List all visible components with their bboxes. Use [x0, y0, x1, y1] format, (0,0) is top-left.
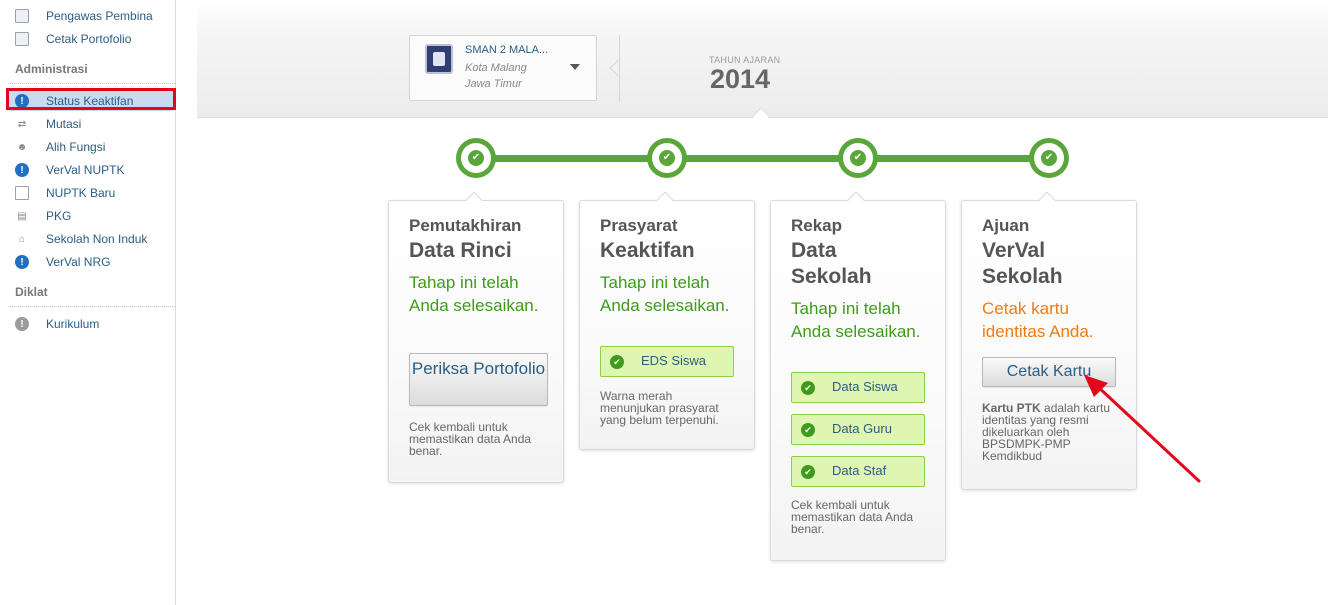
school-logo	[425, 44, 453, 74]
sidebar-item-alih-fungsi[interactable]: ☻ Alih Fungsi	[15, 137, 106, 157]
badge-label: Data Staf	[832, 463, 887, 478]
sidebar-item-pkg[interactable]: ▤ PKG	[15, 206, 71, 226]
progress-track	[476, 155, 1050, 162]
card-title-line2: Sekolah	[982, 265, 1063, 288]
badge-eds-siswa[interactable]: ✔ EDS Siswa	[600, 346, 734, 377]
badge-data-staf[interactable]: ✔ Data Staf	[791, 456, 925, 487]
card-status: Tahap ini telah Anda selesaikan.	[409, 273, 539, 315]
badge-data-siswa[interactable]: ✔ Data Siswa	[791, 372, 925, 403]
sidebar-item-label: Alih Fungsi	[46, 140, 106, 154]
card-title-line2: Sekolah	[791, 265, 872, 288]
badge-label: Data Guru	[832, 421, 892, 436]
card-title-line1: Data	[791, 239, 837, 262]
step-indicator-3: ✔	[838, 138, 878, 178]
check-icon: ✔	[801, 381, 815, 395]
arrow-shaft	[1094, 383, 1201, 483]
document-icon	[15, 32, 29, 46]
highlight-box	[6, 88, 176, 110]
step-indicator-4: ✔	[1029, 138, 1069, 178]
sidebar-item-label: NUPTK Baru	[46, 186, 116, 200]
check-icon: ✔	[468, 150, 484, 166]
step-card-keaktifan: Prasyarat Keaktifan Tahap ini telah Anda…	[579, 191, 755, 450]
section-heading-administrasi: Administrasi	[15, 62, 88, 76]
sidebar-item-label: Kurikulum	[46, 317, 100, 331]
step-card-data-sekolah: Rekap Data Sekolah Tahap ini telah Anda …	[770, 191, 946, 561]
sidebar-item-label: Pengawas Pembina	[46, 9, 153, 23]
sidebar-item-verval-nrg[interactable]: ! VerVal NRG	[15, 252, 110, 272]
card-note: Cek kembali untuk memastikan data Anda b…	[409, 420, 532, 458]
card-status: Tahap ini telah Anda selesaikan.	[600, 273, 730, 315]
alert-icon: !	[15, 255, 29, 269]
year-value: 2014	[710, 64, 771, 94]
chevron-down-icon[interactable]	[570, 64, 580, 70]
sidebar-item-verval-nuptk[interactable]: ! VerVal NUPTK	[15, 160, 124, 180]
sidebar-item-label: PKG	[46, 209, 72, 223]
card-subtitle: Ajuan	[982, 216, 1030, 235]
sidebar: Pengawas Pembina Cetak Portofolio Admini…	[0, 0, 176, 605]
card-title-line1: VerVal	[982, 239, 1046, 262]
card-note: Warna merah menunjukan prasyarat yang be…	[600, 389, 719, 427]
sidebar-item-mutasi[interactable]: ⇄ Mutasi	[15, 114, 82, 134]
check-icon: ✔	[659, 150, 675, 166]
sidebar-item-label: Sekolah Non Induk	[46, 232, 148, 246]
section-heading-diklat: Diklat	[15, 285, 48, 299]
school-selector[interactable]: SMAN 2 MALA... Kota Malang Jawa Timur	[409, 35, 597, 101]
step-indicator-1: ✔	[456, 138, 496, 178]
check-icon: ✔	[850, 150, 866, 166]
card-subtitle: Prasyarat	[600, 216, 678, 235]
card-subtitle: Pemutakhiran	[409, 216, 522, 235]
card-notch	[656, 191, 674, 209]
sidebar-item-kurikulum[interactable]: ! Kurikulum	[15, 314, 99, 334]
school-name: SMAN 2 MALA...	[465, 44, 549, 56]
school-city: Kota Malang	[465, 62, 527, 74]
house-icon: ⌂	[18, 233, 26, 245]
check-icon: ✔	[801, 423, 815, 437]
card-title: Keaktifan	[600, 239, 695, 262]
divider	[8, 306, 175, 307]
new-document-icon	[15, 186, 29, 200]
card-title: Data Rinci	[409, 239, 512, 262]
check-icon: ✔	[1041, 150, 1057, 166]
badge-data-guru[interactable]: ✔ Data Guru	[791, 414, 925, 445]
sidebar-item-label: Cetak Portofolio	[46, 32, 132, 46]
separator	[619, 35, 620, 101]
card-notch	[465, 191, 483, 209]
check-icon: ✔	[801, 465, 815, 479]
divider	[8, 83, 175, 84]
chart-icon: ▤	[17, 210, 27, 222]
gray-alert-icon: !	[15, 317, 29, 331]
sidebar-item-label: VerVal NRG	[46, 255, 111, 269]
check-icon: ✔	[610, 355, 624, 369]
card-notch	[847, 191, 865, 209]
person-icon: ☻	[16, 141, 28, 153]
sidebar-item-pengawas-pembina[interactable]: Pengawas Pembina	[15, 6, 153, 26]
sidebar-item-sekolah-non-induk[interactable]: ⌂ Sekolah Non Induk	[15, 229, 147, 249]
badge-label: EDS Siswa	[641, 353, 707, 368]
transfer-icon: ⇄	[17, 118, 27, 130]
document-icon	[15, 9, 29, 23]
periksa-portofolio-button[interactable]: Periksa Portofolio	[409, 353, 548, 406]
card-status: Tahap ini telah Anda selesaikan.	[791, 299, 921, 341]
card-subtitle: Rekap	[791, 216, 843, 235]
card-status: Cetak kartu identitas Anda.	[982, 299, 1094, 341]
school-province: Jawa Timur	[465, 78, 522, 90]
card-note: Cek kembali untuk memastikan data Anda b…	[791, 498, 914, 536]
step-indicator-2: ✔	[647, 138, 687, 178]
step-card-data-rinci: Pemutakhiran Data Rinci Tahap ini telah …	[388, 191, 564, 483]
sidebar-item-label: VerVal NUPTK	[46, 163, 125, 177]
card-notch	[1038, 191, 1056, 209]
sidebar-item-nuptk-baru[interactable]: NUPTK Baru	[15, 183, 115, 203]
sidebar-item-cetak-portofolio[interactable]: Cetak Portofolio	[15, 29, 131, 49]
alert-icon: !	[15, 163, 29, 177]
sidebar-item-label: Mutasi	[46, 117, 82, 131]
badge-label: Data Siswa	[832, 379, 898, 394]
red-arrow-annotation	[1084, 375, 1201, 483]
